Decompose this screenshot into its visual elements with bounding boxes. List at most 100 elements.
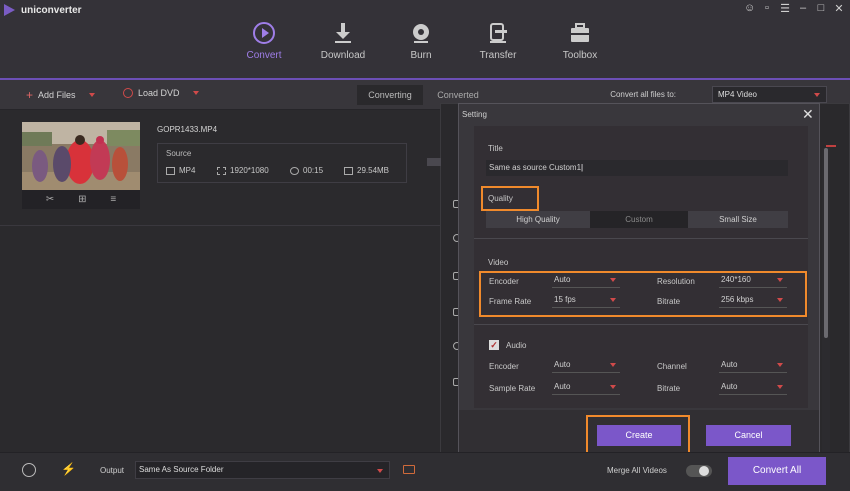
title-label: Title	[488, 144, 503, 153]
chat-icon[interactable]: ▫	[762, 2, 772, 15]
audio-checkbox[interactable]: ✓	[489, 340, 499, 350]
merge-label: Merge All Videos	[607, 466, 667, 475]
alarm-clock-icon[interactable]	[22, 463, 36, 477]
dialog-title: Setting	[462, 110, 487, 119]
quality-small-button[interactable]: Small Size	[688, 211, 788, 228]
tab-download[interactable]: Download	[308, 20, 378, 61]
quality-high-button[interactable]: High Quality	[486, 211, 590, 228]
create-button[interactable]: Create	[597, 425, 681, 446]
menu-icon[interactable]: ☰	[780, 2, 790, 15]
dvd-icon	[123, 88, 133, 98]
audio-bitrate-select[interactable]: Auto	[719, 381, 787, 395]
minimize-icon[interactable]: –	[798, 2, 808, 15]
audio-samplerate-label: Sample Rate	[489, 384, 536, 393]
output-select[interactable]: Same As Source Folder	[135, 461, 390, 479]
title-input[interactable]: Same as source Custom1|	[486, 160, 788, 176]
source-size: 29.54MB	[344, 166, 389, 175]
bottom-bar	[0, 452, 850, 491]
thumbnail-image	[22, 122, 140, 190]
convert-all-label: Convert all files to:	[610, 90, 676, 99]
lightning-icon[interactable]: ⚡	[61, 462, 76, 476]
file-name: GOPR1433.MP4	[157, 125, 218, 134]
output-label: Output	[100, 466, 125, 475]
transfer-icon	[463, 20, 533, 46]
maximize-icon[interactable]: □	[816, 2, 826, 15]
chevron-down-icon	[777, 385, 783, 389]
thumbnail-tools: ✂ ⊞ ≡	[22, 190, 140, 209]
logo-icon	[4, 4, 15, 16]
chevron-down-icon[interactable]	[192, 91, 199, 95]
app-title: uniconverter	[21, 4, 82, 16]
source-format: MP4	[166, 166, 195, 175]
chevron-down-icon	[377, 469, 383, 473]
app-logo: uniconverter	[4, 4, 82, 16]
audio-bitrate-label: Bitrate	[657, 384, 681, 393]
audio-encoder-select[interactable]: Auto	[552, 359, 620, 373]
user-icon[interactable]: ☺	[744, 2, 755, 15]
scissors-icon[interactable]: ✂	[46, 194, 54, 205]
chevron-down-icon	[777, 278, 783, 282]
tab-converting[interactable]: Converting	[357, 85, 423, 105]
source-duration: 00:15	[290, 166, 323, 175]
video-framerate-label: Frame Rate	[489, 297, 532, 306]
load-dvd-button[interactable]: Load DVD	[123, 88, 199, 98]
plus-icon: +	[26, 88, 34, 102]
section-divider	[474, 324, 808, 325]
quality-label: Quality	[488, 194, 513, 203]
clock-icon	[290, 166, 299, 175]
video-label: Video	[488, 258, 509, 267]
list-divider	[0, 225, 444, 226]
video-bitrate-select[interactable]: 256 kbps	[719, 294, 787, 308]
audio-channel-label: Channel	[657, 362, 687, 371]
tab-toolbox[interactable]: Toolbox	[545, 20, 615, 61]
chevron-down-icon	[610, 363, 616, 367]
window-controls: ☺ ▫ ☰ – □ ✕	[744, 2, 844, 15]
source-label: Source	[166, 149, 192, 158]
video-resolution-label: Resolution	[657, 277, 695, 286]
chevron-down-icon	[777, 298, 783, 302]
section-divider	[474, 238, 808, 239]
video-framerate-select[interactable]: 15 fps	[552, 294, 620, 308]
close-icon[interactable]: ✕	[802, 106, 814, 123]
resolution-icon	[217, 166, 226, 175]
audio-channel-select[interactable]: Auto	[719, 359, 787, 373]
download-icon	[308, 20, 378, 46]
toolbox-icon	[545, 20, 615, 46]
chevron-down-icon	[814, 93, 820, 97]
convert-all-button[interactable]: Convert All	[728, 457, 826, 485]
chevron-down-icon[interactable]	[88, 93, 95, 97]
cancel-button[interactable]: Cancel	[706, 425, 791, 446]
chevron-down-icon	[610, 278, 616, 282]
merge-toggle[interactable]	[686, 465, 712, 477]
audio-label: Audio	[506, 341, 527, 350]
convert-icon	[229, 20, 299, 46]
chevron-down-icon	[610, 385, 616, 389]
video-bitrate-label: Bitrate	[657, 297, 681, 306]
effects-icon[interactable]: ≡	[110, 194, 116, 205]
chevron-down-icon	[610, 298, 616, 302]
close-icon[interactable]: ✕	[834, 2, 844, 15]
tab-transfer[interactable]: Transfer	[463, 20, 533, 61]
crop-icon[interactable]: ⊞	[78, 194, 86, 205]
chevron-down-icon	[777, 363, 783, 367]
audio-samplerate-select[interactable]: Auto	[552, 381, 620, 395]
video-resolution-select[interactable]: 240*160	[719, 274, 787, 288]
tab-convert[interactable]: Convert	[229, 20, 299, 61]
video-thumbnail[interactable]	[22, 122, 140, 190]
panel-accent	[826, 145, 836, 147]
folder-icon[interactable]	[403, 465, 415, 474]
convert-all-select[interactable]: MP4 Video	[712, 86, 827, 103]
video-encoder-label: Encoder	[489, 277, 519, 286]
source-resolution: 1920*1080	[217, 166, 269, 175]
folder-icon	[344, 166, 353, 175]
tab-burn[interactable]: Burn	[386, 20, 456, 61]
audio-encoder-label: Encoder	[489, 362, 519, 371]
tab-converted[interactable]: Converted	[425, 85, 491, 105]
add-files-button[interactable]: + Add Files	[26, 88, 95, 102]
film-icon	[166, 166, 175, 175]
video-encoder-select[interactable]: Auto	[552, 274, 620, 288]
source-info-box	[157, 143, 407, 183]
scrollbar-thumb[interactable]	[824, 148, 828, 338]
burn-icon	[386, 20, 456, 46]
quality-custom-button[interactable]: Custom	[590, 211, 688, 228]
